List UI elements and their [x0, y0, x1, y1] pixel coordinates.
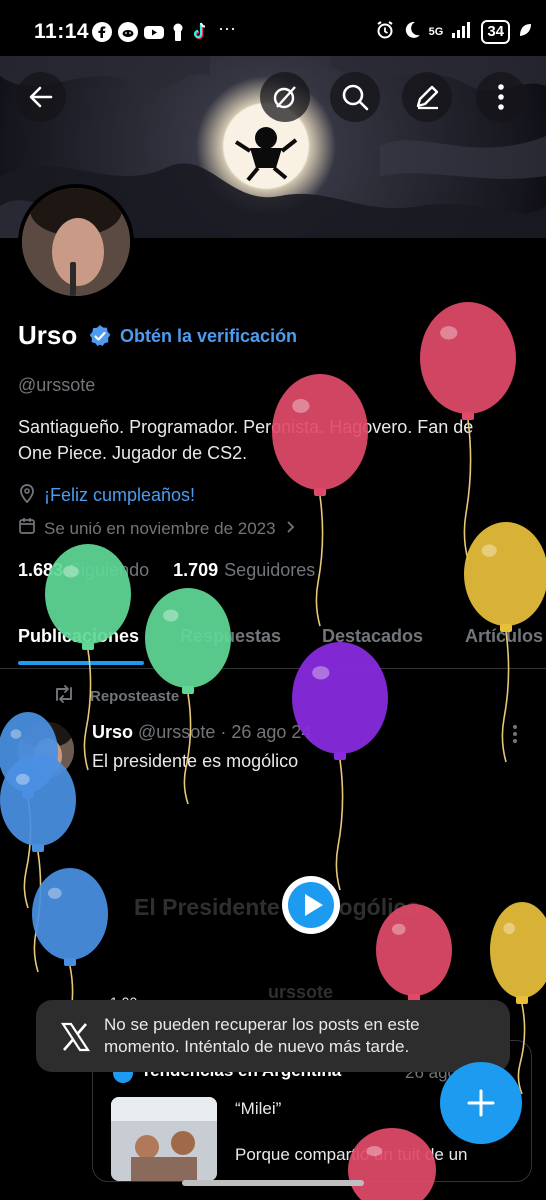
- profile-bio: Santiagueño. Programador. Peronista. Hag…: [18, 414, 518, 466]
- followers-label: Seguidores: [224, 560, 316, 580]
- quote-title: “Milei”: [235, 1099, 282, 1118]
- compose-post-button[interactable]: [440, 1062, 522, 1144]
- back-icon: [29, 86, 53, 108]
- more-icon: [498, 84, 504, 110]
- profile-name: Urso: [18, 320, 78, 350]
- tab-destacados[interactable]: Destacados: [322, 626, 423, 647]
- following-link[interactable]: 1.683 Siguiendo: [18, 560, 149, 581]
- profile-avatar[interactable]: [18, 184, 134, 300]
- battery-indicator: 34: [481, 20, 510, 44]
- post-text: El presidente es mogólico: [92, 751, 299, 771]
- more-notifications-dots: ···: [218, 18, 236, 38]
- more-options-button[interactable]: [476, 72, 526, 122]
- tab-publicaciones[interactable]: Publicaciones: [18, 626, 139, 647]
- get-verified-link[interactable]: Obtén la verificación: [120, 326, 297, 347]
- edit-button[interactable]: [402, 72, 452, 122]
- silhouette-figure: [234, 127, 298, 182]
- repost-indicator: Reposteaste: [52, 684, 179, 708]
- notification-icon: [171, 22, 191, 42]
- play-button[interactable]: [282, 876, 340, 934]
- bio-line: Santiagueño. Programador. Peronista. Hag…: [18, 417, 474, 437]
- youtube-icon: [143, 22, 164, 42]
- active-tab-indicator: [18, 661, 144, 665]
- balloon: [272, 374, 368, 627]
- grok-button[interactable]: [260, 72, 310, 122]
- x-logo-icon: [58, 1020, 92, 1054]
- search-button[interactable]: [330, 72, 380, 122]
- facebook-icon: [92, 22, 112, 42]
- back-button[interactable]: [16, 72, 66, 122]
- followers-count: 1.709: [173, 560, 219, 580]
- tab-respuestas[interactable]: Respuestas: [180, 626, 281, 647]
- repost-icon: [52, 684, 76, 708]
- quote-thumbnail[interactable]: [111, 1097, 217, 1181]
- signal-icon: [451, 21, 473, 44]
- plus-icon: [467, 1089, 495, 1117]
- toast-message: No se pueden recuperar los posts en este…: [104, 1015, 420, 1056]
- join-date-row: Se unió en noviembre de 2023: [18, 517, 296, 540]
- reddit-icon: [118, 22, 138, 42]
- balloon: [0, 754, 76, 973]
- network-type: 5G: [428, 26, 444, 38]
- moon-icon: [403, 20, 421, 45]
- edit-icon: [416, 85, 439, 110]
- location-pin-icon: [18, 483, 36, 508]
- birthday-link[interactable]: ¡Feliz cumpleaños!: [44, 485, 195, 506]
- play-icon: [288, 882, 334, 928]
- follow-stats: 1.683 Siguiendo 1.709 Seguidores: [18, 560, 315, 581]
- search-icon: [342, 84, 369, 111]
- post-header: Urso @urssote · 26 ago 24: [92, 722, 311, 743]
- tiktok-icon: [192, 22, 212, 42]
- status-right-group: 5G 34: [375, 18, 532, 46]
- alarm-icon: [375, 20, 395, 45]
- following-label: Siguiendo: [69, 560, 150, 580]
- leaf-icon: [518, 22, 532, 43]
- chevron-right-icon[interactable]: [284, 519, 296, 539]
- post-avatar[interactable]: [18, 722, 74, 778]
- bio-line: One Piece. Jugador de CS2.: [18, 443, 248, 463]
- profile-handle: @urssote: [18, 375, 96, 395]
- video-caption: El Presidente es mogólico: [134, 894, 421, 920]
- grok-icon: [273, 86, 296, 109]
- post-author[interactable]: Urso: [92, 722, 133, 742]
- calendar-icon: [18, 517, 36, 540]
- repost-label: Reposteaste: [90, 687, 180, 705]
- following-count: 1.683: [18, 560, 64, 580]
- home-indicator[interactable]: [182, 1180, 364, 1186]
- post-handle-date: @urssote · 26 ago 24: [138, 722, 312, 742]
- tab-articulos[interactable]: Artículos: [465, 626, 543, 647]
- quote-body: Porque compartió un tuit de un: [235, 1145, 468, 1164]
- join-date-text: Se unió en noviembre de 2023: [44, 518, 276, 538]
- error-toast: No se pueden recuperar los posts en este…: [36, 1000, 510, 1072]
- status-bar: 11:14 ··· 5G 34: [0, 0, 546, 62]
- post-more-icon[interactable]: [512, 724, 518, 744]
- birthday-row: ¡Feliz cumpleaños!: [18, 483, 195, 508]
- followers-link[interactable]: 1.709 Seguidores: [173, 560, 315, 581]
- status-time: 11:14: [34, 20, 90, 43]
- verified-badge-icon[interactable]: [88, 324, 112, 353]
